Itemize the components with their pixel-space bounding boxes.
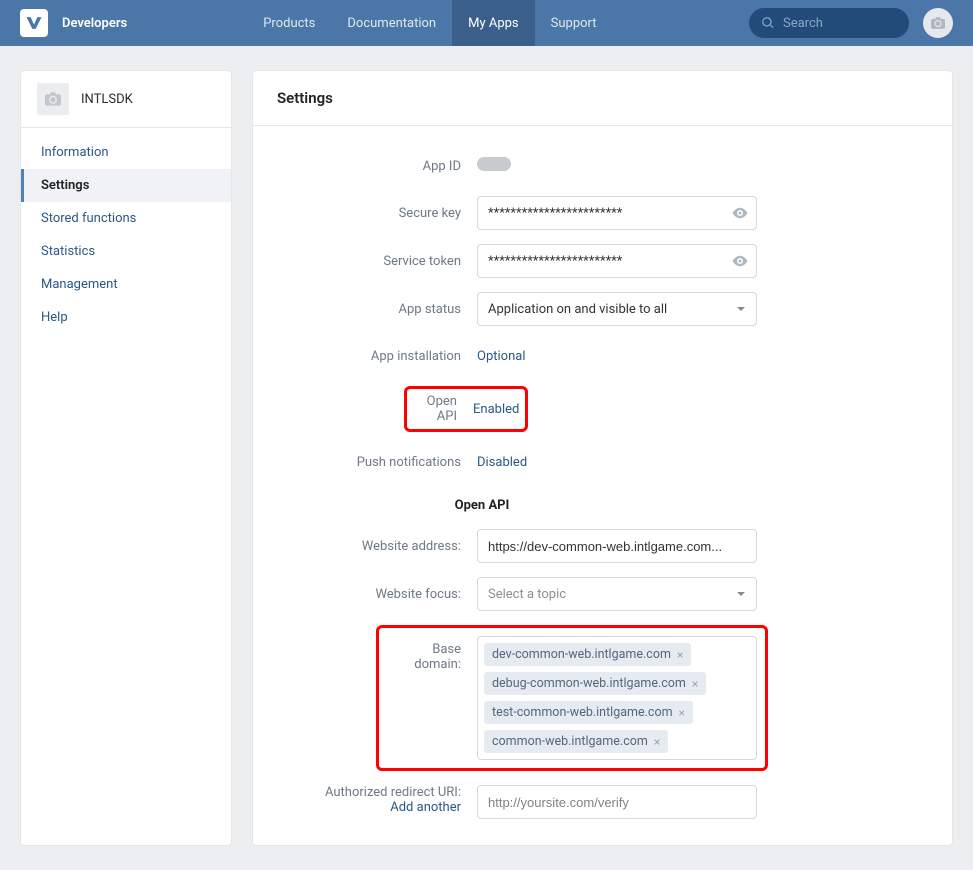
nav-documentation[interactable]: Documentation (331, 0, 452, 46)
row-service-token: Service token ************************ (277, 244, 928, 278)
service-token-field[interactable]: ************************ (477, 244, 757, 278)
eye-icon (731, 204, 749, 222)
domain-tag: debug-common-web.intlgame.com× (484, 672, 706, 695)
row-app-status: App status Application on and visible to… (277, 292, 928, 326)
open-api-highlight: Open API Enabled (404, 386, 528, 432)
app-installation-value[interactable]: Optional (477, 349, 525, 364)
row-secure-key: Secure key ************************ (277, 196, 928, 230)
sidebar-item-statistics[interactable]: Statistics (21, 235, 231, 268)
row-app-installation: App installation Optional (277, 340, 928, 372)
search-icon (761, 16, 775, 30)
row-app-id: App ID (277, 150, 928, 182)
sidebar-header: INTLSDK (21, 71, 231, 128)
eye-icon (731, 252, 749, 270)
push-notifications-value[interactable]: Disabled (477, 455, 527, 470)
content-header: Settings (253, 71, 952, 126)
nav-my-apps[interactable]: My Apps (452, 0, 535, 46)
app-thumb (37, 83, 69, 115)
redirect-uri-input[interactable] (477, 785, 757, 819)
remove-tag-icon[interactable]: × (654, 735, 660, 749)
camera-icon (45, 92, 61, 106)
base-domain-field[interactable]: dev-common-web.intlgame.com× debug-commo… (477, 636, 757, 760)
app-name: INTLSDK (81, 92, 133, 107)
sidebar-item-information[interactable]: Information (21, 136, 231, 169)
label-app-status: App status (277, 302, 477, 317)
open-api-value[interactable]: Enabled (473, 402, 519, 417)
label-app-installation: App installation (277, 349, 477, 364)
row-redirect-uri: Authorized redirect URI: Add another (277, 785, 928, 819)
open-api-section-title: Open API (277, 498, 557, 513)
base-domain-highlight: Base domain: dev-common-web.intlgame.com… (376, 625, 768, 771)
vk-logo[interactable] (20, 9, 48, 37)
sidebar-item-management[interactable]: Management (21, 268, 231, 301)
sidebar-item-settings[interactable]: Settings (21, 169, 231, 202)
top-nav: Developers Products Documentation My App… (0, 0, 973, 46)
label-redirect-uri: Authorized redirect URI: (277, 785, 461, 800)
label-push-notifications: Push notifications (277, 455, 477, 470)
domain-tag: test-common-web.intlgame.com× (484, 701, 693, 724)
user-avatar[interactable] (923, 8, 953, 38)
label-open-api: Open API (413, 394, 473, 424)
row-push-notifications: Push notifications Disabled (277, 446, 928, 478)
row-website-focus: Website focus: Select a topic (277, 577, 928, 611)
label-base-domain: Base domain: (387, 636, 477, 672)
label-app-id: App ID (277, 159, 477, 174)
label-secure-key: Secure key (277, 206, 477, 221)
website-address-input[interactable] (477, 529, 757, 563)
search-box[interactable]: Search (749, 8, 909, 38)
brand-label[interactable]: Developers (62, 16, 127, 31)
content: Settings App ID Secure key *************… (252, 70, 953, 846)
label-service-token: Service token (277, 254, 477, 269)
sidebar-item-help[interactable]: Help (21, 301, 231, 334)
app-id-value-redacted (477, 157, 511, 171)
sidebar: INTLSDK Information Settings Stored func… (20, 70, 232, 846)
camera-icon (931, 17, 945, 29)
remove-tag-icon[interactable]: × (679, 706, 685, 720)
label-website-focus: Website focus: (277, 587, 477, 602)
domain-tag: dev-common-web.intlgame.com× (484, 643, 691, 666)
reveal-service-token[interactable] (731, 252, 749, 270)
app-status-select[interactable]: Application on and visible to all (477, 292, 757, 326)
row-website-address: Website address: (277, 529, 928, 563)
website-focus-select[interactable]: Select a topic (477, 577, 757, 611)
add-another-link[interactable]: Add another (390, 800, 461, 815)
sidebar-menu: Information Settings Stored functions St… (21, 128, 231, 342)
nav-products[interactable]: Products (247, 0, 331, 46)
nav-support[interactable]: Support (535, 0, 613, 46)
search-placeholder: Search (783, 16, 823, 31)
sidebar-item-stored-functions[interactable]: Stored functions (21, 202, 231, 235)
domain-tag: common-web.intlgame.com× (484, 730, 668, 753)
page-title: Settings (277, 89, 928, 107)
chevron-down-icon (736, 304, 746, 314)
remove-tag-icon[interactable]: × (692, 677, 698, 691)
label-website-address: Website address: (277, 539, 477, 554)
remove-tag-icon[interactable]: × (677, 648, 683, 662)
secure-key-field[interactable]: ************************ (477, 196, 757, 230)
chevron-down-icon (736, 589, 746, 599)
reveal-secure-key[interactable] (731, 204, 749, 222)
